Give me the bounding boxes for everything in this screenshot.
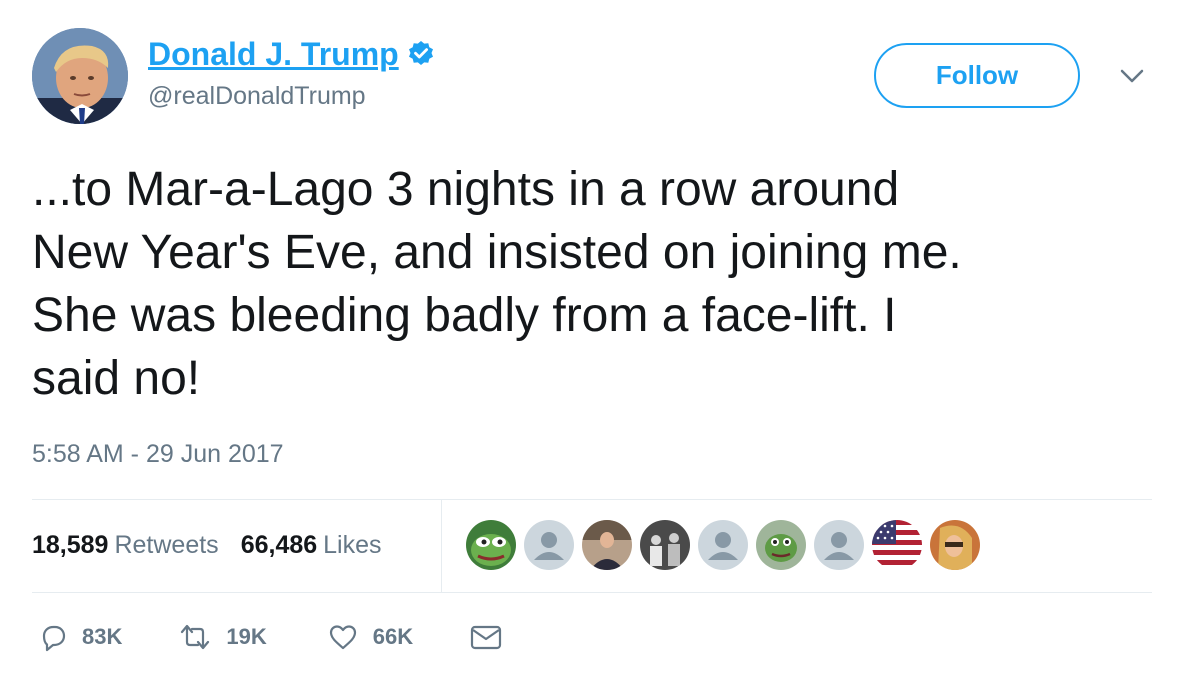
like-count: 66K	[372, 624, 414, 649]
display-name[interactable]: Donald J. Trump	[148, 36, 399, 73]
likes-stat[interactable]: 66,486 Likes	[241, 531, 382, 560]
tweet-stats: 18,589 Retweets 66,486 Likes	[32, 528, 382, 562]
tweet-text: ...to Mar-a-Lago 3 nights in a row aroun…	[32, 163, 962, 405]
profile-photo-icon	[32, 28, 128, 124]
user-handle[interactable]: @realDonaldTrump	[148, 82, 366, 111]
tweet-actions: 83K 19K 66K	[38, 618, 503, 656]
likes-count: 66,486	[240, 530, 318, 559]
display-name-row: Donald J. Trump	[148, 34, 435, 74]
default-avatar[interactable]	[524, 520, 574, 570]
profile-avatar[interactable]	[32, 28, 128, 124]
group-photo-avatar[interactable]	[640, 520, 690, 570]
like-button[interactable]: 66K	[327, 622, 413, 652]
retweet-count: 19K	[226, 624, 267, 649]
default-avatar[interactable]	[698, 520, 748, 570]
pepe-frog-avatar[interactable]	[756, 520, 806, 570]
chevron-down-icon[interactable]	[1118, 64, 1146, 88]
retweet-button[interactable]: 19K	[178, 622, 267, 652]
verified-badge-icon	[407, 40, 435, 68]
divider-bottom	[32, 592, 1152, 593]
heart-icon	[329, 625, 356, 650]
person-photo-avatar[interactable]	[582, 520, 632, 570]
follow-button[interactable]: Follow	[874, 43, 1080, 108]
retweets-stat[interactable]: 18,589 Retweets	[32, 531, 219, 560]
stats-separator	[441, 500, 442, 592]
default-avatar[interactable]	[814, 520, 864, 570]
direct-message-button[interactable]	[469, 622, 503, 652]
reply-count: 83K	[82, 624, 123, 649]
retweet-icon	[181, 624, 210, 650]
likes-label: Likes	[323, 530, 382, 559]
reply-icon	[42, 625, 66, 652]
american-flag-avatar[interactable]	[872, 520, 922, 570]
envelope-icon	[470, 625, 502, 650]
divider-top	[32, 499, 1152, 500]
pepe-frog-avatar[interactable]	[466, 520, 516, 570]
retweets-label: Retweets	[114, 530, 219, 559]
person-photo-avatar[interactable]	[930, 520, 980, 570]
retweets-count: 18,589	[32, 530, 109, 559]
liker-avatars	[466, 520, 988, 570]
reply-button[interactable]: 83K	[38, 622, 122, 652]
tweet-timestamp[interactable]: 5:58 AM - 29 Jun 2017	[32, 440, 284, 469]
